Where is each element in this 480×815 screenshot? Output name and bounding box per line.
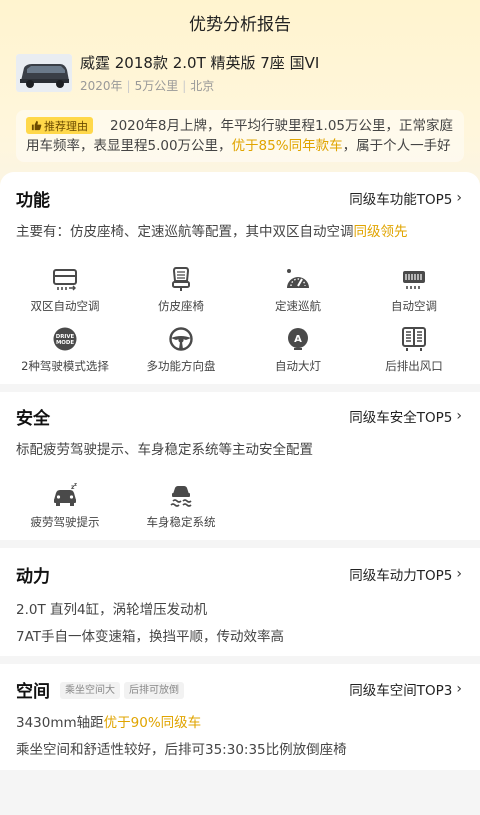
- car-city: 北京: [190, 79, 215, 93]
- function-top5-link[interactable]: 同级车功能TOP5 ›: [349, 188, 462, 208]
- car-year: 2020年: [80, 79, 123, 93]
- safety-title: 安全: [16, 409, 50, 429]
- svg-text:A: A: [294, 334, 302, 345]
- dual-zone-ac-icon: [51, 266, 79, 292]
- space-chip: 后排可放倒: [124, 682, 184, 699]
- feature-item[interactable]: 定速巡航: [239, 266, 357, 322]
- fatigue-warning-icon: zz: [51, 482, 79, 508]
- space-link-label: 同级车空间TOP3: [349, 683, 453, 699]
- space-section: 空间 乘坐空间大 后排可放倒 同级车空间TOP3 › 3430mm轴距优于90%…: [0, 664, 480, 770]
- function-section: 功能 同级车功能TOP5 › 主要有：仿皮座椅、定速巡航等配置，其中双区自动空调…: [0, 172, 480, 384]
- feature-label: 仿皮座椅: [158, 299, 204, 313]
- function-desc: 主要有：仿皮座椅、定速巡航等配置，其中双区自动空调同级领先: [16, 220, 408, 240]
- feature-item[interactable]: 多功能方向盘: [122, 326, 240, 382]
- power-transmission: 7AT手自一体变速箱，换挡平顺，传动效率高: [16, 629, 285, 645]
- page-title: 优势分析报告: [189, 14, 291, 35]
- chevron-right-icon: ›: [456, 408, 462, 424]
- power-top5-link[interactable]: 同级车动力TOP5 ›: [349, 564, 462, 584]
- chevron-right-icon: ›: [456, 681, 462, 697]
- stability-control-icon: [167, 482, 195, 508]
- space-top3-link[interactable]: 同级车空间TOP3 ›: [349, 679, 462, 699]
- feature-item[interactable]: 自动空调: [355, 266, 473, 322]
- function-desc-text: 主要有：仿皮座椅、定速巡航等配置，其中双区自动空调: [16, 224, 354, 240]
- safety-section: 安全 同级车安全TOP5 › 标配疲劳驾驶提示、车身稳定系统等主动安全配置 zz…: [0, 392, 480, 540]
- space-wheelbase-highlight: 优于90%同级车: [103, 715, 202, 731]
- leather-seat-icon: [167, 266, 195, 292]
- feature-item[interactable]: 仿皮座椅: [122, 266, 240, 322]
- function-desc-highlight: 同级领先: [353, 224, 408, 240]
- header: 优势分析报告: [0, 0, 480, 44]
- power-title: 动力: [16, 567, 50, 587]
- car-summary[interactable]: 威霆 2018款 2.0T 精英版 7座 国VI 2020年 | 5万公里 | 北京: [16, 52, 466, 98]
- recommend-reason: 推荐理由 2020年8月上牌，年平均行驶里程1.05万公里，正常家庭用车频率，表…: [16, 110, 464, 162]
- feature-label: 双区自动空调: [30, 299, 100, 313]
- feature-item[interactable]: A 自动大灯: [239, 326, 357, 382]
- power-link-label: 同级车动力TOP5: [349, 568, 453, 584]
- car-thumbnail: [16, 54, 72, 92]
- auto-headlight-icon: A: [284, 326, 312, 352]
- svg-text:MODE: MODE: [56, 340, 74, 346]
- space-chips: 乘坐空间大 后排可放倒: [56, 682, 184, 699]
- rear-vent-icon: [400, 326, 428, 352]
- recommend-text: 2020年8月上牌，年平均行驶里程1.05万公里，正常家庭用车频率，表显里程5.…: [26, 116, 460, 158]
- feature-item[interactable]: 车身稳定系统: [122, 482, 240, 538]
- feature-label: 车身稳定系统: [146, 515, 216, 529]
- reason-highlight: 优于85%同年款车: [231, 138, 343, 154]
- safety-desc: 标配疲劳驾驶提示、车身稳定系统等主动安全配置: [16, 442, 313, 458]
- feature-item[interactable]: 后排出风口: [355, 326, 473, 382]
- space-wheelbase: 3430mm轴距优于90%同级车: [16, 711, 201, 731]
- safety-top5-link[interactable]: 同级车安全TOP5 ›: [349, 406, 462, 426]
- car-mileage: 5万公里: [134, 79, 179, 93]
- feature-label: 后排出风口: [385, 359, 443, 373]
- power-section: 动力 同级车动力TOP5 › 2.0T 直列4缸，涡轮增压发动机 7AT手自一体…: [0, 548, 480, 656]
- car-name: 威霆 2018款 2.0T 精英版 7座 国VI: [80, 54, 320, 72]
- feature-label: 2种驾驶模式选择: [21, 359, 109, 373]
- space-title: 空间: [16, 682, 50, 702]
- feature-label: 自动空调: [391, 299, 437, 313]
- function-link-label: 同级车功能TOP5: [349, 192, 453, 208]
- steering-wheel-icon: [167, 326, 195, 352]
- space-wheelbase-text: 3430mm轴距: [16, 715, 104, 731]
- cruise-control-icon: [284, 266, 312, 292]
- space-chip: 乘坐空间大: [60, 682, 120, 699]
- feature-label: 自动大灯: [275, 359, 321, 373]
- feature-label: 疲劳驾驶提示: [30, 515, 100, 529]
- chevron-right-icon: ›: [456, 566, 462, 582]
- space-comfort: 乘坐空间和舒适性较好，后排可35:30:35比例放倒座椅: [16, 742, 347, 758]
- feature-item[interactable]: 双区自动空调: [6, 266, 124, 322]
- chevron-right-icon: ›: [456, 190, 462, 206]
- safety-link-label: 同级车安全TOP5: [349, 410, 453, 426]
- feature-item[interactable]: zz 疲劳驾驶提示: [6, 482, 124, 538]
- function-title: 功能: [16, 191, 50, 211]
- svg-text:z: z: [74, 482, 77, 488]
- feature-label: 多功能方向盘: [146, 359, 216, 373]
- feature-label: 定速巡航: [275, 299, 321, 313]
- power-engine: 2.0T 直列4缸，涡轮增压发动机: [16, 602, 208, 618]
- car-meta: 2020年 | 5万公里 | 北京: [80, 79, 215, 93]
- auto-ac-icon: [400, 266, 428, 292]
- feature-item[interactable]: DRIVE MODE 2种驾驶模式选择: [6, 326, 124, 382]
- drive-mode-icon: DRIVE MODE: [51, 326, 79, 352]
